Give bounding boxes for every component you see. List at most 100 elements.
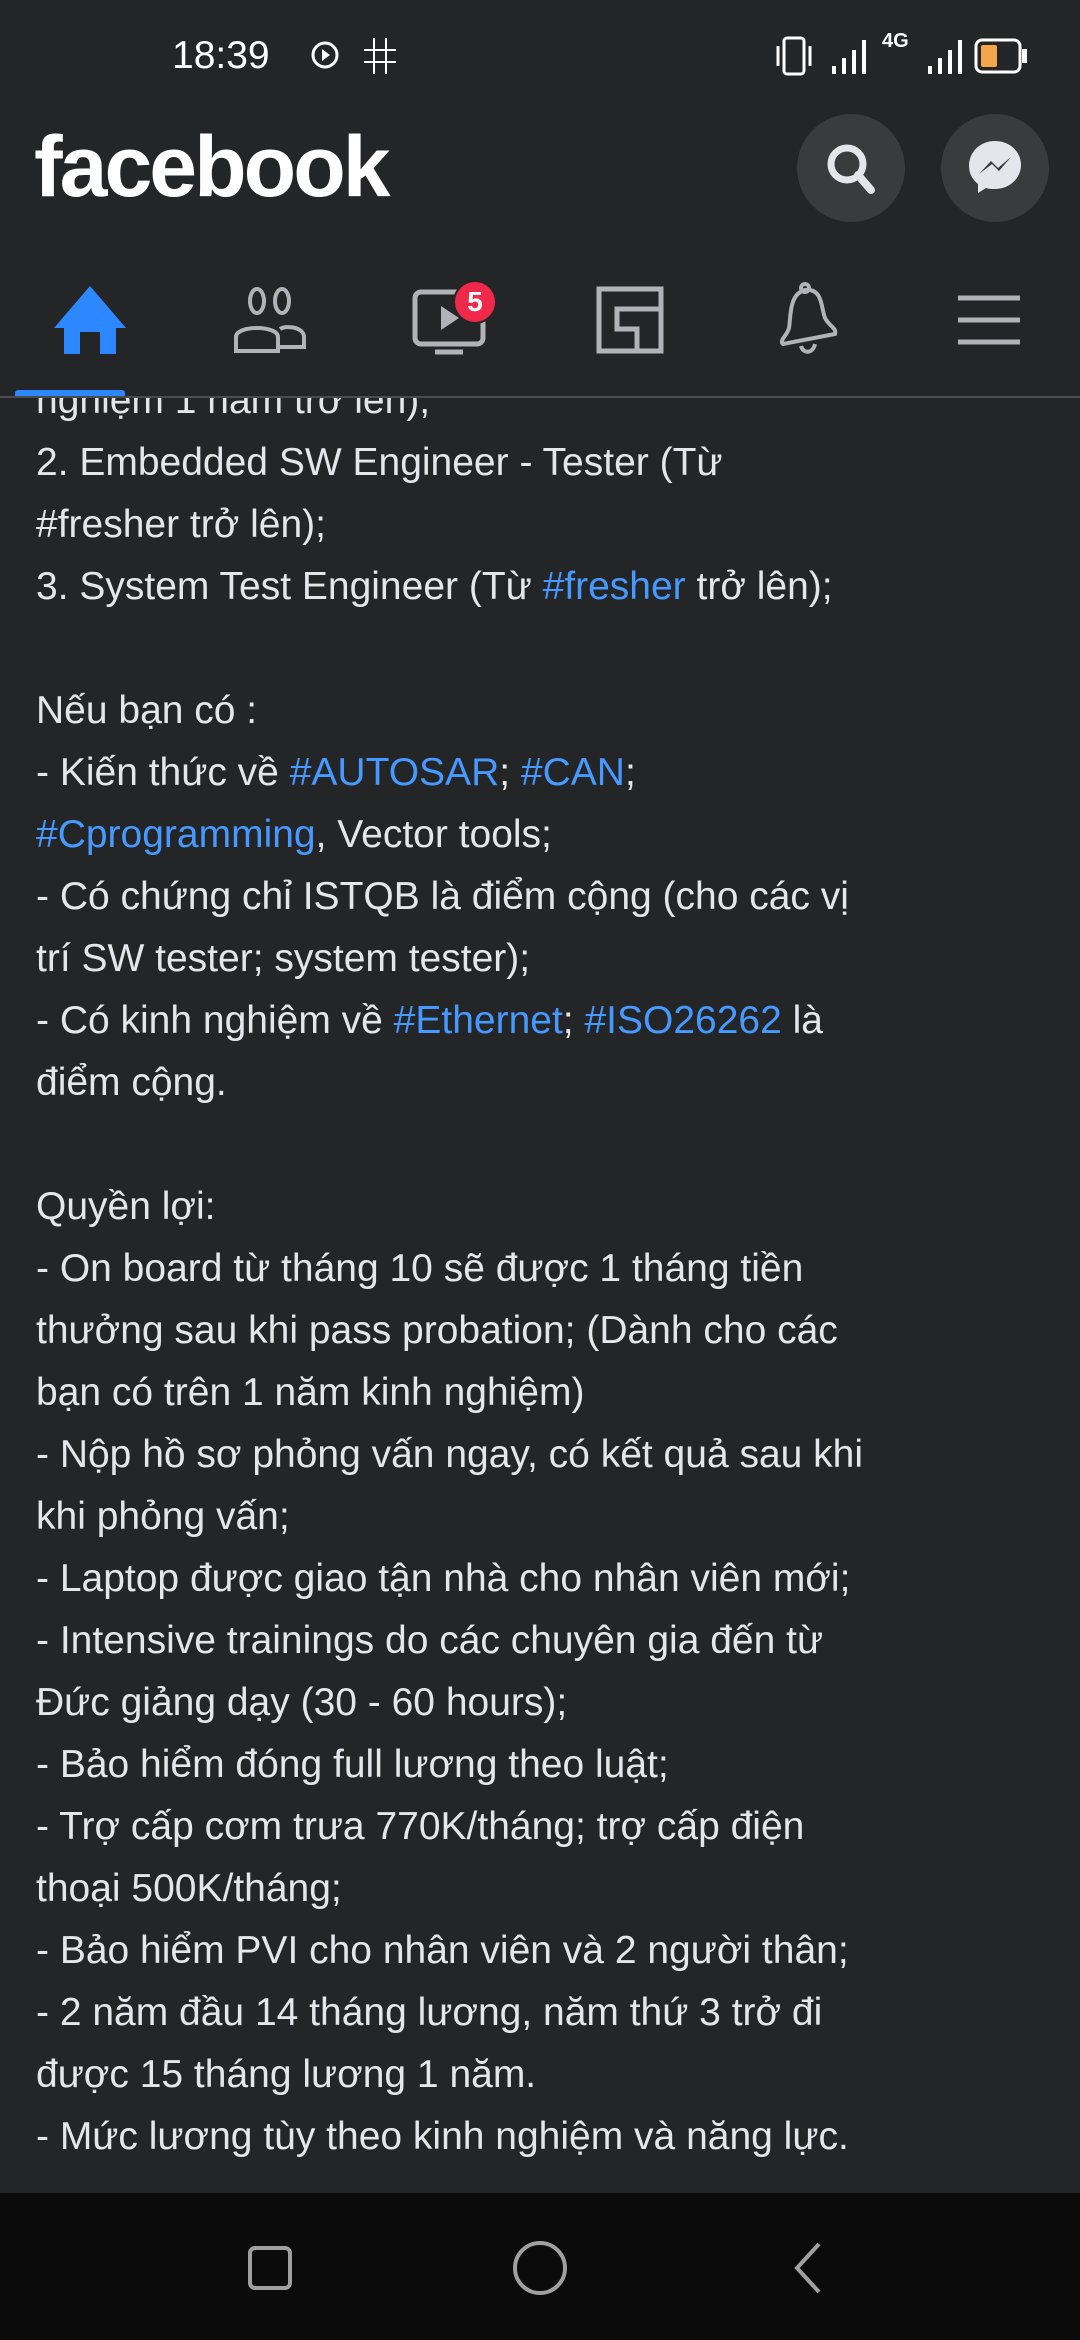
post-text: điểm cộng. <box>36 1061 227 1104</box>
friends-icon <box>234 287 306 353</box>
signal-icon-2 <box>928 40 962 74</box>
post-text-line: - Mức lương tùy theo kinh nghiệm và năng… <box>0 2106 1080 2168</box>
hashtag-link[interactable]: #Cprogramming <box>36 813 316 856</box>
post-text-line: - On board từ tháng 10 sẽ được 1 tháng t… <box>0 1238 1080 1300</box>
search-button[interactable] <box>797 114 905 222</box>
post-text: - Mức lương tùy theo kinh nghiệm và năng… <box>36 2115 849 2158</box>
post-text-line: - Bảo hiểm đóng full lương theo luật; <box>0 1734 1080 1796</box>
post-text: được 15 tháng lương 1 năm. <box>36 2053 537 2096</box>
post-text-line: điểm cộng. <box>0 1052 1080 1114</box>
post-text: - Trợ cấp cơm trưa 770K/tháng; trợ cấp đ… <box>36 1805 805 1848</box>
post-text-line: - Nộp hồ sơ phỏng vấn ngay, có kết quả s… <box>0 1424 1080 1486</box>
status-bar: 18:39 4G <box>0 0 1080 110</box>
battery-icon <box>974 38 1027 74</box>
search-icon <box>827 144 875 194</box>
post-text: ; <box>624 751 636 794</box>
post-text-line: - Kiến thức về #AUTOSAR; #CAN; <box>0 742 1080 804</box>
bell-icon <box>779 282 838 354</box>
post-text: - Có chứng chỉ ISTQB là điểm cộng (cho c… <box>36 875 849 918</box>
post-text-line <box>0 1114 1080 1176</box>
marketplace-icon <box>596 286 664 354</box>
post-text: - Kiến thức về <box>36 751 290 794</box>
play-notification-icon <box>311 41 339 69</box>
grid-notification-icon <box>364 38 396 74</box>
messenger-button[interactable] <box>941 114 1049 222</box>
post-text: 2. Embedded SW Engineer - Tester (Từ <box>36 441 723 484</box>
post-text: thưởng sau khi pass probation; (Dành cho… <box>36 1309 838 1352</box>
post-text-line: Quyền lợi: <box>0 1176 1080 1238</box>
tab-watch[interactable]: 5 <box>399 270 499 370</box>
clock: 18:39 <box>172 34 270 77</box>
post-text-line: - Intensive trainings do các chuyên gia … <box>0 1610 1080 1672</box>
post-text-line: - Có chứng chỉ ISTQB là điểm cộng (cho c… <box>0 866 1080 928</box>
post-text: khi phỏng vấn; <box>36 1495 290 1538</box>
post-text-line: Nếu bạn có : <box>0 680 1080 742</box>
post-text: - Laptop được giao tận nhà cho nhân viên… <box>36 1557 851 1600</box>
post-text: Đức giảng dạy (30 - 60 hours); <box>36 1681 568 1724</box>
post-text: 3. System Test Engineer (Từ <box>36 565 543 608</box>
post-text: trí SW tester; system tester); <box>36 937 531 980</box>
post-text-line: Đức giảng dạy (30 - 60 hours); <box>0 1672 1080 1734</box>
post-text-line: #fresher trở lên); <box>0 494 1080 556</box>
post-text-line: được 15 tháng lương 1 năm. <box>0 2044 1080 2106</box>
hashtag-link[interactable]: #CAN <box>521 751 625 794</box>
post-text-line: thoại 500K/tháng; <box>0 1858 1080 1920</box>
back-icon <box>794 2242 821 2294</box>
messenger-icon <box>969 141 1021 193</box>
post-text-line: 3. System Test Engineer (Từ #fresher trở… <box>0 556 1080 618</box>
post-text-line: bạn có trên 1 năm kinh nghiệm) <box>0 1362 1080 1424</box>
tab-friends[interactable] <box>220 270 320 370</box>
vibrate-icon <box>776 36 812 76</box>
post-text: ; <box>499 751 521 794</box>
hashtag-link[interactable]: #ISO26262 <box>584 999 781 1042</box>
post-text-line: #Cprogramming, Vector tools; <box>0 804 1080 866</box>
square-icon <box>248 2246 292 2290</box>
post-text: - Bảo hiểm PVI cho nhân viên và 2 người … <box>36 1929 849 1972</box>
post-text: bạn có trên 1 năm kinh nghiệm) <box>36 1371 585 1414</box>
hashtag-link[interactable]: #fresher <box>543 565 686 608</box>
menu-icon <box>958 295 1020 345</box>
post-text: trở lên); <box>685 565 833 608</box>
hashtag-link[interactable]: #Ethernet <box>394 999 563 1042</box>
recents-button[interactable] <box>230 2233 310 2303</box>
home-icon <box>54 286 126 354</box>
hashtag-link[interactable]: #AUTOSAR <box>290 751 500 794</box>
home-nav-button[interactable] <box>500 2233 580 2303</box>
back-button[interactable] <box>768 2233 848 2303</box>
active-tab-indicator <box>15 390 125 396</box>
post-text: , Vector tools; <box>315 813 552 856</box>
circle-icon <box>513 2241 567 2295</box>
tab-menu[interactable] <box>939 270 1039 370</box>
post-text: - Bảo hiểm đóng full lương theo luật; <box>36 1743 669 1786</box>
post-text: - Intensive trainings do các chuyên gia … <box>36 1619 824 1662</box>
post-text-line: - Bảo hiểm PVI cho nhân viên và 2 người … <box>0 1920 1080 1982</box>
post-text: ; <box>562 999 585 1042</box>
post-text-line: trí SW tester; system tester); <box>0 928 1080 990</box>
post-text-line: - Trợ cấp cơm trưa 770K/tháng; trợ cấp đ… <box>0 1796 1080 1858</box>
system-nav-bar <box>0 2193 1080 2340</box>
post-text: thoại 500K/tháng; <box>36 1867 342 1910</box>
network-type: 4G <box>882 30 909 52</box>
post-text: Nếu bạn có : <box>36 689 258 732</box>
tab-home[interactable] <box>40 270 140 370</box>
watch-badge: 5 <box>453 280 497 324</box>
post-text-line: khi phỏng vấn; <box>0 1486 1080 1548</box>
post-text: - On board từ tháng 10 sẽ được 1 tháng t… <box>36 1247 804 1290</box>
post-text-line: thưởng sau khi pass probation; (Dành cho… <box>0 1300 1080 1362</box>
post-text-line: - Có kinh nghiệm về #Ethernet; #ISO26262… <box>0 990 1080 1052</box>
post-text-line: - 2 năm đầu 14 tháng lương, năm thứ 3 tr… <box>0 1982 1080 2044</box>
post-text: Quyền lợi: <box>36 1185 216 1228</box>
post-text-line <box>0 618 1080 680</box>
post-text: - Có kinh nghiệm về <box>36 999 394 1042</box>
post-text: - 2 năm đầu 14 tháng lương, năm thứ 3 tr… <box>36 1991 823 2034</box>
signal-icon <box>832 40 866 74</box>
app-header: 18:39 4G facebook 5 <box>0 0 1080 398</box>
tab-marketplace[interactable] <box>580 270 680 370</box>
tab-notifications[interactable] <box>760 270 860 370</box>
post-text: #fresher trở lên); <box>36 503 327 546</box>
facebook-logo[interactable]: facebook <box>34 118 391 217</box>
post-text-line: 2. Embedded SW Engineer - Tester (Từ <box>0 432 1080 494</box>
post-text-line: - Laptop được giao tận nhà cho nhân viên… <box>0 1548 1080 1610</box>
post-body: nghiệm 1 năm trở lên); 2. Embedded SW Eng… <box>0 370 1080 2168</box>
post-text: - Nộp hồ sơ phỏng vấn ngay, có kết quả s… <box>36 1433 864 1476</box>
